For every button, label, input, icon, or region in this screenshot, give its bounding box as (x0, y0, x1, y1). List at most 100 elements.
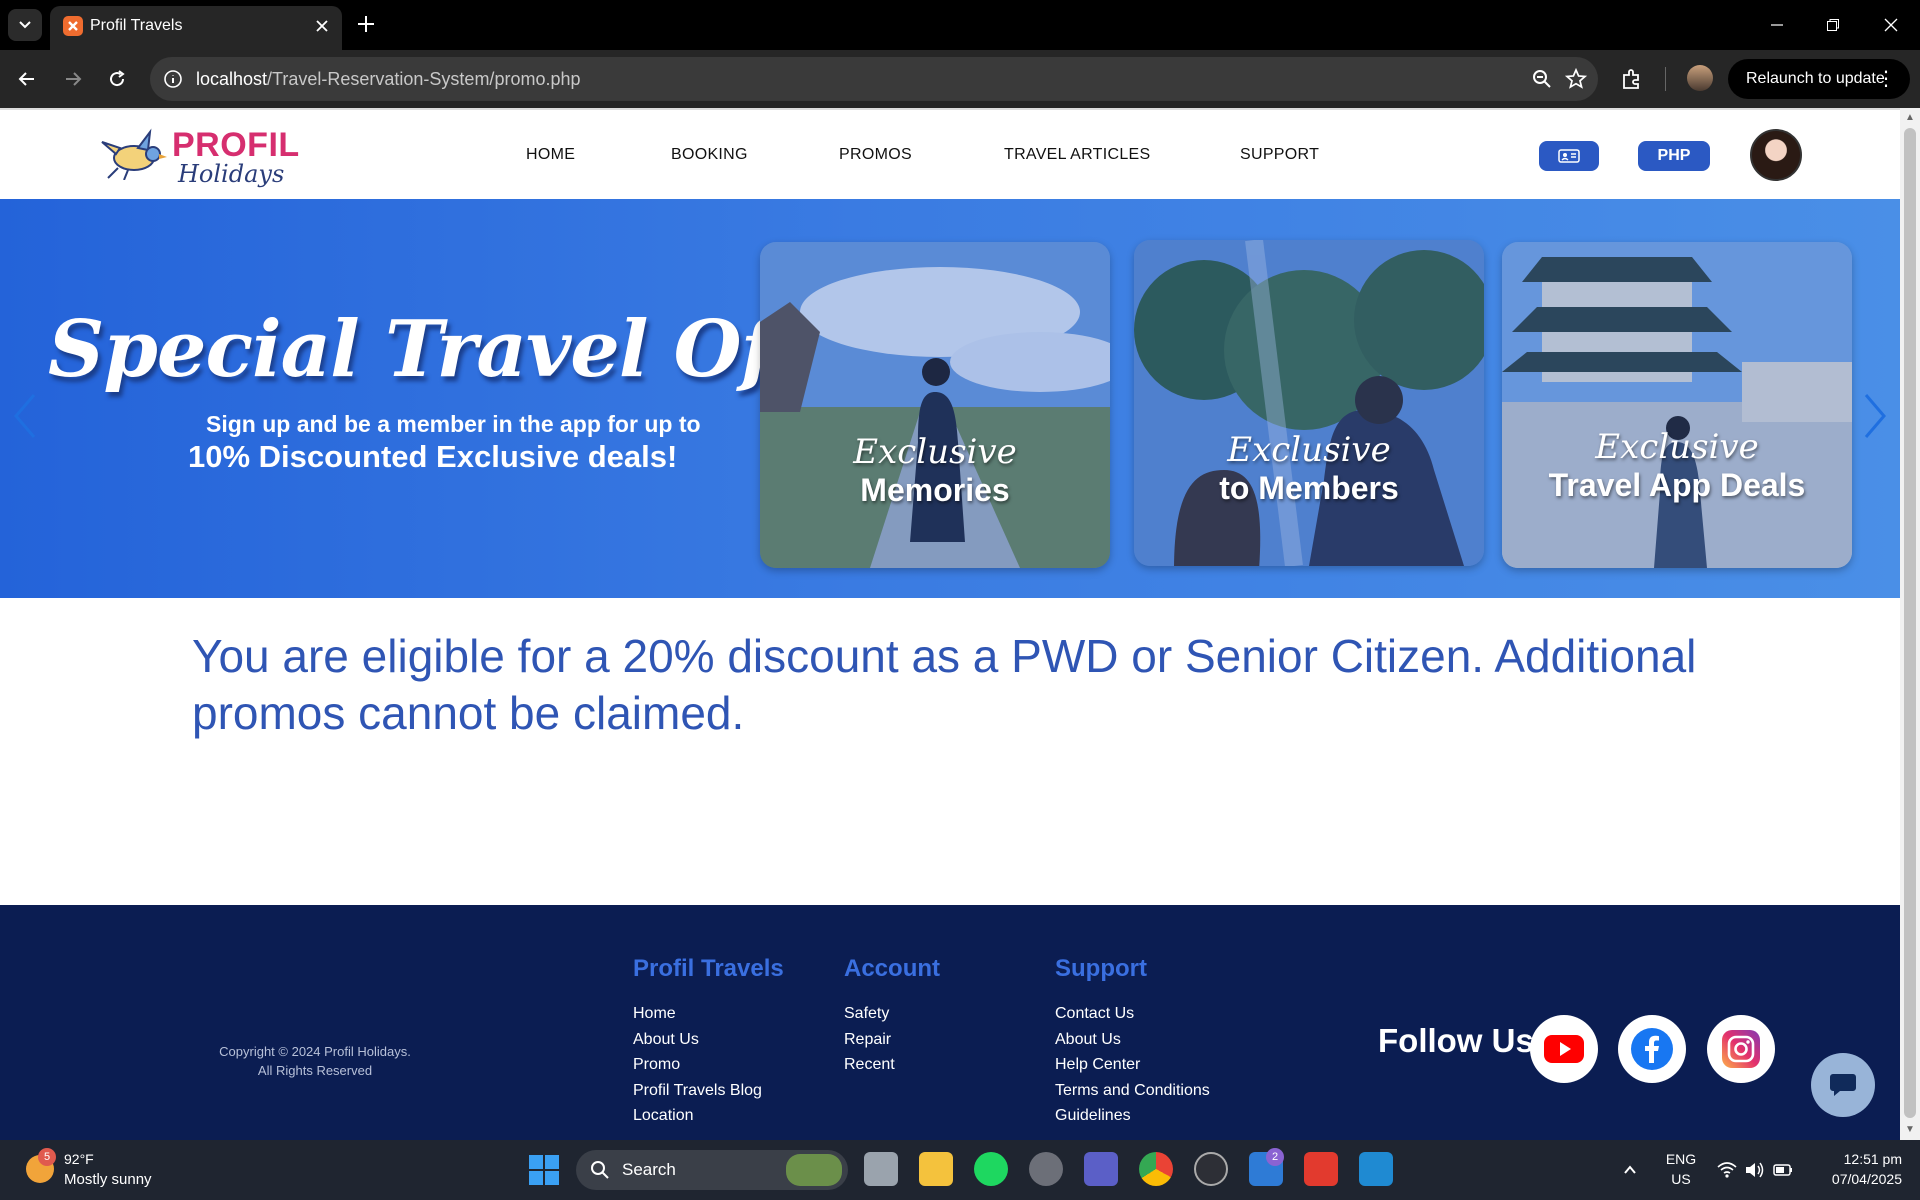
chevron-down-icon (19, 21, 31, 29)
card-memories-line2: Memories (860, 472, 1010, 508)
clock-time[interactable]: 12:51 pm (1808, 1151, 1902, 1167)
footer-link-promo[interactable]: Promo (633, 1056, 784, 1082)
weather-description[interactable]: Mostly sunny (64, 1171, 152, 1188)
more-menu-icon[interactable]: ⋮ (1876, 59, 1896, 99)
browser-profile-avatar[interactable] (1687, 65, 1713, 91)
instagram-link[interactable] (1707, 1015, 1775, 1083)
extensions-puzzle-icon[interactable] (1620, 67, 1644, 91)
close-tab-icon[interactable] (314, 18, 330, 34)
footer-link-safety[interactable]: Safety (844, 1005, 940, 1031)
tab-search-button[interactable] (8, 9, 42, 41)
taskbar-search-label: Search (622, 1160, 676, 1179)
profil-holidays-logo[interactable]: PROFIL Holidays (98, 120, 308, 192)
browser-tab-active[interactable]: Profil Travels (50, 6, 342, 50)
footer-link-guidelines[interactable]: Guidelines (1055, 1107, 1210, 1133)
wifi-icon[interactable] (1716, 1160, 1738, 1180)
nav-travel-articles[interactable]: TRAVEL ARTICLES (1004, 146, 1150, 164)
bookmark-star-icon[interactable] (1564, 67, 1588, 91)
language-line2[interactable]: US (1662, 1171, 1700, 1187)
footer-link-help-center[interactable]: Help Center (1055, 1056, 1210, 1082)
nav-home[interactable]: HOME (526, 146, 575, 164)
user-avatar[interactable] (1750, 129, 1802, 181)
nav-support[interactable]: SUPPORT (1240, 146, 1319, 164)
banner-subtitle-line2: 10% Discounted Exclusive deals! (188, 439, 678, 474)
chat-button[interactable] (1811, 1053, 1875, 1117)
windows-start-icon[interactable] (528, 1154, 560, 1186)
spotify-icon[interactable] (974, 1152, 1008, 1186)
card-memories-line1: Exclusive (853, 432, 1017, 472)
carousel-prev-icon[interactable] (10, 391, 40, 441)
instagram-icon (1722, 1030, 1760, 1068)
promo-card-members[interactable]: Exclusive to Members (1134, 240, 1484, 566)
footer-link-home[interactable]: Home (633, 1005, 784, 1031)
restore-icon (1827, 19, 1839, 31)
address-url[interactable]: localhost/Travel-Reservation-System/prom… (196, 69, 581, 90)
browser-toolbar: localhost/Travel-Reservation-System/prom… (0, 50, 1920, 108)
footer-link-repair[interactable]: Repair (844, 1031, 940, 1057)
arrow-right-icon (66, 72, 82, 86)
chevron-up-icon[interactable] (1622, 1162, 1638, 1178)
page-scrollbar[interactable]: ▲ ▼ (1900, 108, 1920, 1140)
footer-link-location[interactable]: Location (633, 1107, 784, 1133)
footer-heading: Profil Travels (633, 955, 784, 982)
forward-button[interactable] (56, 62, 90, 96)
footer-link-terms[interactable]: Terms and Conditions (1055, 1082, 1210, 1108)
footer-link-contact-us[interactable]: Contact Us (1055, 1005, 1210, 1031)
teams-icon[interactable] (1084, 1152, 1118, 1186)
wps-office-icon[interactable] (1304, 1152, 1338, 1186)
promo-card-app-deals[interactable]: Exclusive Travel App Deals (1502, 242, 1852, 568)
volume-icon[interactable] (1744, 1160, 1766, 1180)
github-desktop-icon[interactable] (1194, 1152, 1228, 1186)
weather-temperature[interactable]: 92°F (64, 1151, 94, 1167)
clock-date[interactable]: 07/04/2025 (1808, 1171, 1902, 1187)
carousel-next-icon[interactable] (1860, 391, 1890, 441)
footer-link-about-us[interactable]: About Us (1055, 1031, 1210, 1057)
new-tab-plus-icon[interactable] (354, 12, 378, 36)
zoom-icon[interactable] (1530, 67, 1554, 91)
search-highlight-icon (786, 1154, 842, 1186)
card-tint (1134, 240, 1484, 566)
back-button[interactable] (10, 62, 44, 96)
facebook-link[interactable] (1618, 1015, 1686, 1083)
nav-booking[interactable]: BOOKING (671, 146, 748, 164)
battery-icon[interactable] (1772, 1160, 1794, 1180)
scrollbar-thumb[interactable] (1904, 128, 1916, 1118)
reload-button[interactable] (100, 62, 134, 96)
promo-card-memories[interactable]: Exclusive Memories (760, 242, 1110, 568)
discount-eligibility-message: You are eligible for a 20% discount as a… (192, 630, 1697, 739)
currency-button[interactable]: PHP (1638, 141, 1710, 171)
card-tint (760, 242, 1110, 568)
card-app-deals-line2: Travel App Deals (1548, 467, 1806, 503)
relaunch-to-update-button[interactable]: Relaunch to update ⋮ (1728, 59, 1910, 99)
taskbar-search-box[interactable]: Search (576, 1150, 848, 1190)
language-line1[interactable]: ENG (1662, 1151, 1700, 1167)
vscode-icon[interactable] (1359, 1152, 1393, 1186)
nav-promos[interactable]: PROMOS (839, 146, 912, 164)
toolbar-divider (1665, 67, 1666, 91)
page-viewport: PROFIL Holidays HOME BOOKING PROMOS TRAV… (0, 108, 1900, 1140)
footer-link-recent[interactable]: Recent (844, 1056, 940, 1082)
site-info-icon[interactable] (160, 66, 186, 92)
scroll-down-icon[interactable]: ▼ (1905, 1124, 1915, 1135)
close-window-button[interactable] (1876, 10, 1906, 40)
minimize-window-button[interactable] (1762, 10, 1792, 40)
site-header: PROFIL Holidays HOME BOOKING PROMOS TRAV… (0, 108, 1900, 199)
address-bar[interactable]: localhost/Travel-Reservation-System/prom… (150, 57, 1598, 101)
chrome-icon[interactable] (1139, 1152, 1173, 1186)
restore-window-button[interactable] (1818, 10, 1848, 40)
task-view-icon[interactable] (864, 1152, 898, 1186)
footer-link-blog[interactable]: Profil Travels Blog (633, 1082, 784, 1108)
scroll-up-icon[interactable]: ▲ (1905, 112, 1915, 123)
youtube-icon (1544, 1035, 1584, 1063)
footer-link-about-us[interactable]: About Us (633, 1031, 784, 1057)
media-player-icon[interactable] (1029, 1152, 1063, 1186)
card-tint (1502, 242, 1852, 568)
id-card-button[interactable] (1539, 141, 1599, 171)
weather-badge: 5 (38, 1148, 56, 1166)
close-icon (1884, 18, 1898, 32)
minimize-icon (1771, 24, 1783, 26)
file-explorer-icon[interactable] (919, 1152, 953, 1186)
chat-bubble-icon (1830, 1074, 1856, 1096)
youtube-link[interactable] (1530, 1015, 1598, 1083)
footer-col-support: Support Contact Us About Us Help Center … (1055, 955, 1210, 1133)
